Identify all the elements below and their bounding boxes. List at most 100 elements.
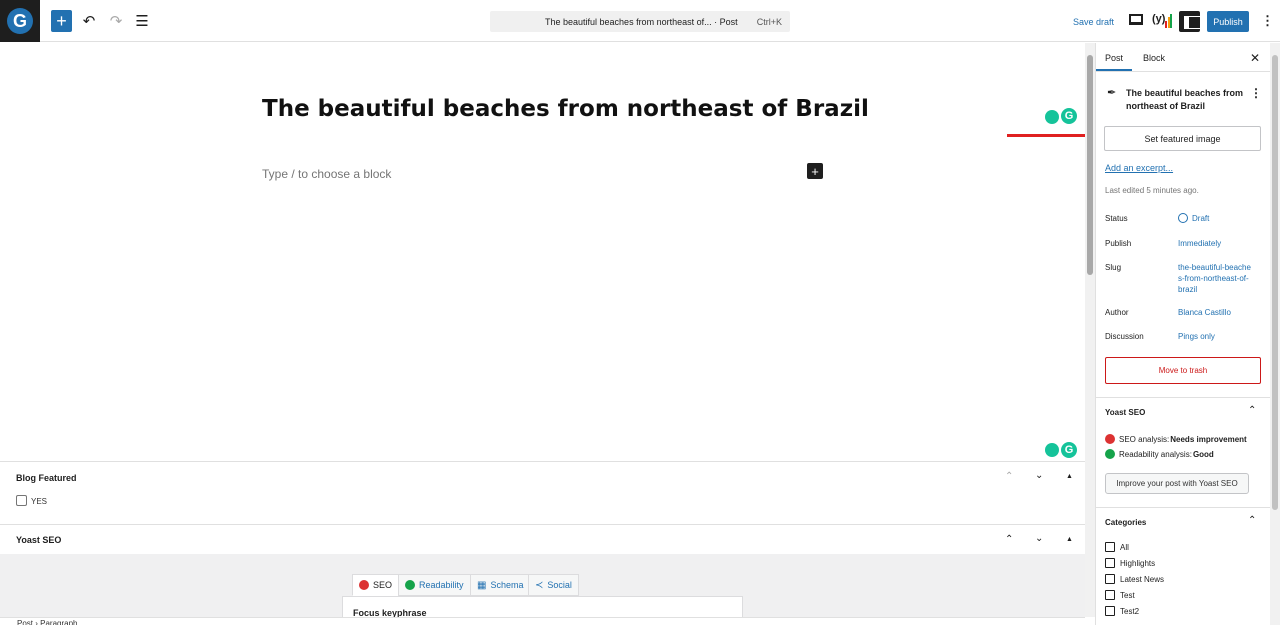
yoast-metabox-header[interactable] xyxy=(0,524,1085,554)
divider xyxy=(1096,71,1270,72)
grammarly-bulb-icon[interactable] xyxy=(1045,110,1059,124)
smile-face-icon xyxy=(1105,449,1115,459)
command-shortcut: Ctrl+K xyxy=(756,17,782,27)
divider xyxy=(1096,397,1270,398)
share-icon: ≺ xyxy=(535,579,544,591)
tab-label: SEO xyxy=(373,580,393,590)
seo-analysis-value: Needs improvement xyxy=(1170,434,1247,444)
editor-scroll-thumb[interactable] xyxy=(1087,55,1093,275)
post-card-title: The beautiful beaches from northeast of … xyxy=(1126,88,1244,111)
last-edited-text: Last edited 5 minutes ago. xyxy=(1105,186,1199,195)
categories-title[interactable]: Categories xyxy=(1105,518,1146,527)
tab-block[interactable]: Block xyxy=(1143,53,1165,63)
yoast-score-icon xyxy=(1165,14,1172,28)
category-item[interactable]: Test xyxy=(1105,590,1135,600)
toggle-panel-icon[interactable]: ▲ xyxy=(1066,473,1073,480)
category-item[interactable]: Latest News xyxy=(1105,574,1164,584)
discussion-label: Discussion xyxy=(1105,332,1144,341)
category-checkbox[interactable] xyxy=(1105,606,1115,616)
category-label: Test xyxy=(1120,590,1135,600)
save-draft-button[interactable]: Save draft xyxy=(1073,17,1114,27)
redo-icon[interactable]: ↷ xyxy=(107,10,125,32)
block-breadcrumb[interactable]: Post › Paragraph xyxy=(0,617,1085,625)
move-down-icon[interactable]: ⌄ xyxy=(1035,470,1043,481)
undo-icon[interactable]: ↶ xyxy=(80,10,98,32)
tab-post[interactable]: Post xyxy=(1105,53,1123,63)
editor-header: G + ↶ ↷ ☰ The beautiful beaches from nor… xyxy=(0,0,1280,42)
preview-icon[interactable] xyxy=(1129,14,1143,25)
category-item[interactable]: All xyxy=(1105,542,1129,552)
readability-label: Readability analysis: xyxy=(1119,449,1192,459)
chevron-up-icon[interactable]: ⌃ xyxy=(1248,405,1256,416)
publish-button[interactable]: Publish xyxy=(1207,11,1249,32)
grammarly-icon[interactable]: G xyxy=(1061,108,1077,124)
add-excerpt-link[interactable]: Add an excerpt... xyxy=(1105,163,1173,173)
discussion-value[interactable]: Pings only xyxy=(1178,331,1258,342)
move-to-trash-button[interactable]: Move to trash xyxy=(1105,357,1261,384)
readability-value: Good xyxy=(1192,449,1214,459)
divider xyxy=(1096,507,1270,508)
grammarly-icon[interactable]: G xyxy=(1061,442,1077,458)
command-palette-button[interactable]: The beautiful beaches from northeast of.… xyxy=(490,11,790,32)
yoast-section-title[interactable]: Yoast SEO xyxy=(1105,408,1145,417)
command-title: The beautiful beaches from northeast of.… xyxy=(545,17,738,27)
blog-featured-metabox xyxy=(0,461,1085,524)
chevron-up-icon[interactable]: ⌃ xyxy=(1248,515,1256,526)
grid-icon: ▦ xyxy=(477,579,487,591)
draft-status-icon xyxy=(1178,213,1188,223)
category-checkbox[interactable] xyxy=(1105,590,1115,600)
post-actions-icon[interactable]: ⋮ xyxy=(1250,86,1262,100)
tab-seo[interactable]: SEO xyxy=(352,574,400,596)
tab-schema[interactable]: ▦ Schema xyxy=(470,574,531,596)
move-up-icon[interactable]: ⌃ xyxy=(1005,534,1013,545)
yes-checkbox[interactable] xyxy=(16,495,27,506)
blog-featured-title: Blog Featured xyxy=(16,473,77,483)
sad-face-icon xyxy=(1105,434,1115,444)
status-label: Status xyxy=(1105,214,1128,223)
category-label: Highlights xyxy=(1120,558,1156,568)
author-value[interactable]: Blanca Castillo xyxy=(1178,307,1258,318)
close-icon[interactable]: ✕ xyxy=(1250,51,1260,65)
tab-label: Social xyxy=(547,580,572,590)
slug-value[interactable]: the-beautiful-beaches-from-northeast-of-… xyxy=(1178,262,1253,295)
logo-g-icon: G xyxy=(7,8,33,34)
tab-label: Schema xyxy=(490,580,524,590)
category-item[interactable]: Highlights xyxy=(1105,558,1155,568)
category-checkbox[interactable] xyxy=(1105,542,1115,552)
grammarly-bulb-icon[interactable] xyxy=(1045,443,1059,457)
post-title[interactable]: The beautiful beaches from northeast of … xyxy=(262,96,869,122)
more-options-icon[interactable]: ⋮ xyxy=(1261,13,1274,29)
block-placeholder[interactable]: Type / to choose a block xyxy=(262,167,391,181)
sidebar-scroll-thumb[interactable] xyxy=(1272,55,1278,510)
slug-label: Slug xyxy=(1105,263,1122,272)
list-view-icon[interactable]: ☰ xyxy=(133,10,151,32)
tab-label: Readability xyxy=(419,580,464,590)
yoast-icon[interactable]: (y) xyxy=(1152,13,1165,25)
add-block-button[interactable]: + xyxy=(51,10,72,32)
seo-analysis-label: SEO analysis: xyxy=(1119,434,1170,444)
inline-add-block-button[interactable]: + xyxy=(807,163,823,179)
editor-canvas: The beautiful beaches from northeast of … xyxy=(0,43,1085,461)
status-value-text: Draft xyxy=(1192,214,1210,223)
category-label: Test2 xyxy=(1120,606,1140,616)
seo-analysis: SEO analysis: Needs improvement xyxy=(1105,434,1247,444)
category-item[interactable]: Test2 xyxy=(1105,606,1139,616)
readability-smile-icon xyxy=(405,580,415,590)
seo-sad-face-icon xyxy=(359,580,369,590)
set-featured-image-button[interactable]: Set featured image xyxy=(1104,126,1261,151)
category-checkbox[interactable] xyxy=(1105,558,1115,568)
tab-readability[interactable]: Readability xyxy=(398,574,471,596)
category-checkbox[interactable] xyxy=(1105,574,1115,584)
author-label: Author xyxy=(1105,308,1129,317)
toggle-panel-icon[interactable]: ▲ xyxy=(1066,536,1073,543)
publish-value[interactable]: Immediately xyxy=(1178,238,1258,249)
status-value[interactable]: Draft xyxy=(1178,213,1258,224)
settings-sidebar-icon[interactable] xyxy=(1179,11,1201,32)
improve-yoast-button[interactable]: Improve your post with Yoast SEO xyxy=(1105,473,1249,494)
move-up-icon[interactable]: ⌃ xyxy=(1005,471,1013,482)
annotation-arrow xyxy=(1007,134,1097,137)
site-logo-button[interactable]: G xyxy=(0,0,40,42)
category-label: All xyxy=(1120,542,1129,552)
tab-social[interactable]: ≺ Social xyxy=(528,574,579,596)
move-down-icon[interactable]: ⌄ xyxy=(1035,533,1043,544)
